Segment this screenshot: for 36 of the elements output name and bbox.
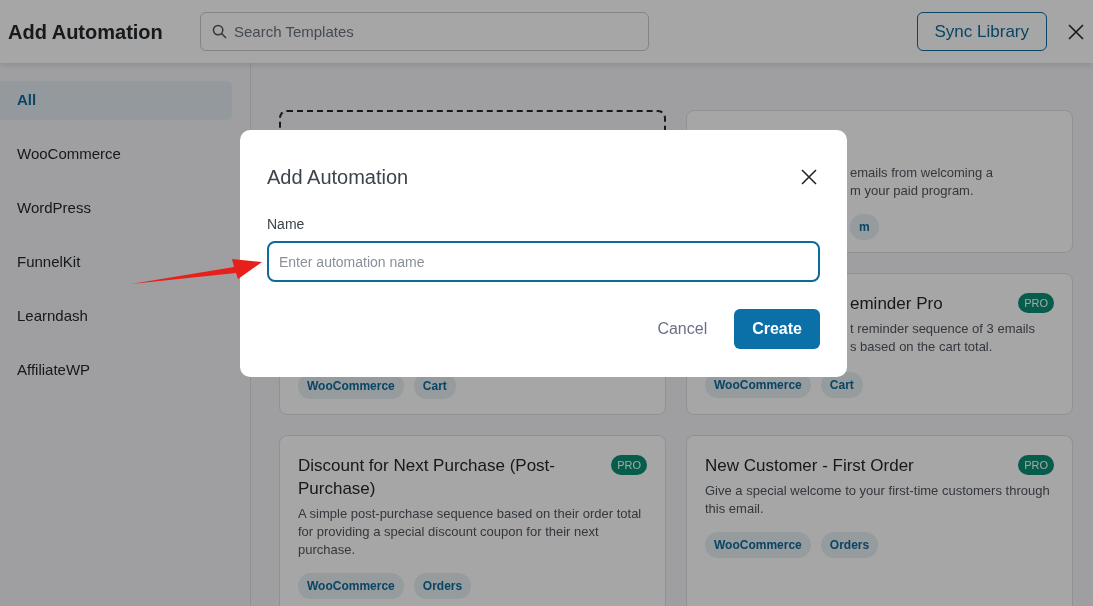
search-field[interactable]: Search Templates xyxy=(200,12,649,51)
close-button[interactable] xyxy=(1067,22,1085,41)
tag[interactable]: WooCommerce xyxy=(298,573,404,599)
card-description: emails from welcoming a xyxy=(850,164,995,182)
pro-badge: PRO xyxy=(1018,293,1054,313)
template-card[interactable]: New Customer - First Order PRO Give a special welcome to your first-time customers through this email. WooCommerce Orders xyxy=(686,435,1073,606)
card-description: A simple post-purchase sequence based on their order total for providing a special discount coupon for their next purchase. xyxy=(298,505,643,559)
sidebar-item[interactable]: AffiliateWP xyxy=(0,351,232,390)
template-card[interactable]: Discount for Next Purchase (Post-Purchase) PRO A simple post-purchase sequence based on their order total for providing a special discount coupon for their next purchase. WooCommerce Orders xyxy=(279,435,666,606)
create-button[interactable]: Create xyxy=(734,309,820,349)
pro-badge: PRO xyxy=(1018,455,1054,475)
name-input-field[interactable]: Enter automation name xyxy=(267,241,820,282)
card-description: m your paid program. xyxy=(850,182,975,200)
card-title: Discount for Next Purchase (Post-Purchase) xyxy=(298,455,556,500)
pro-badge: PRO xyxy=(611,455,647,475)
field-label: Name xyxy=(267,215,306,234)
tag[interactable]: WooCommerce xyxy=(705,532,811,558)
card-description: t reminder sequence of 3 emails xyxy=(850,320,1036,338)
sync-library-button[interactable]: Sync Library xyxy=(916,12,1047,51)
sidebar-item[interactable]: WordPress xyxy=(0,189,232,228)
card-title: New Customer - First Order xyxy=(705,455,914,477)
close-icon xyxy=(1067,22,1085,41)
search-icon xyxy=(212,24,227,39)
sidebar-item[interactable]: WooCommerce xyxy=(0,135,232,174)
card-description: Give a special welcome to your first-time customers through this email. xyxy=(705,482,1051,518)
page-title: Add Automation xyxy=(8,19,164,45)
card-description: s based on the cart total. xyxy=(850,338,994,356)
tag[interactable]: Orders xyxy=(820,532,879,558)
modal-title: Add Automation xyxy=(267,165,409,190)
sidebar-item[interactable]: All xyxy=(0,81,232,120)
tag[interactable]: Orders xyxy=(413,573,472,599)
sidebar-item[interactable]: Learndash xyxy=(0,297,232,336)
close-icon xyxy=(800,168,818,186)
close-button[interactable] xyxy=(800,168,818,186)
card-title: eminder Pro xyxy=(850,293,943,315)
tag[interactable]: m xyxy=(850,214,879,240)
